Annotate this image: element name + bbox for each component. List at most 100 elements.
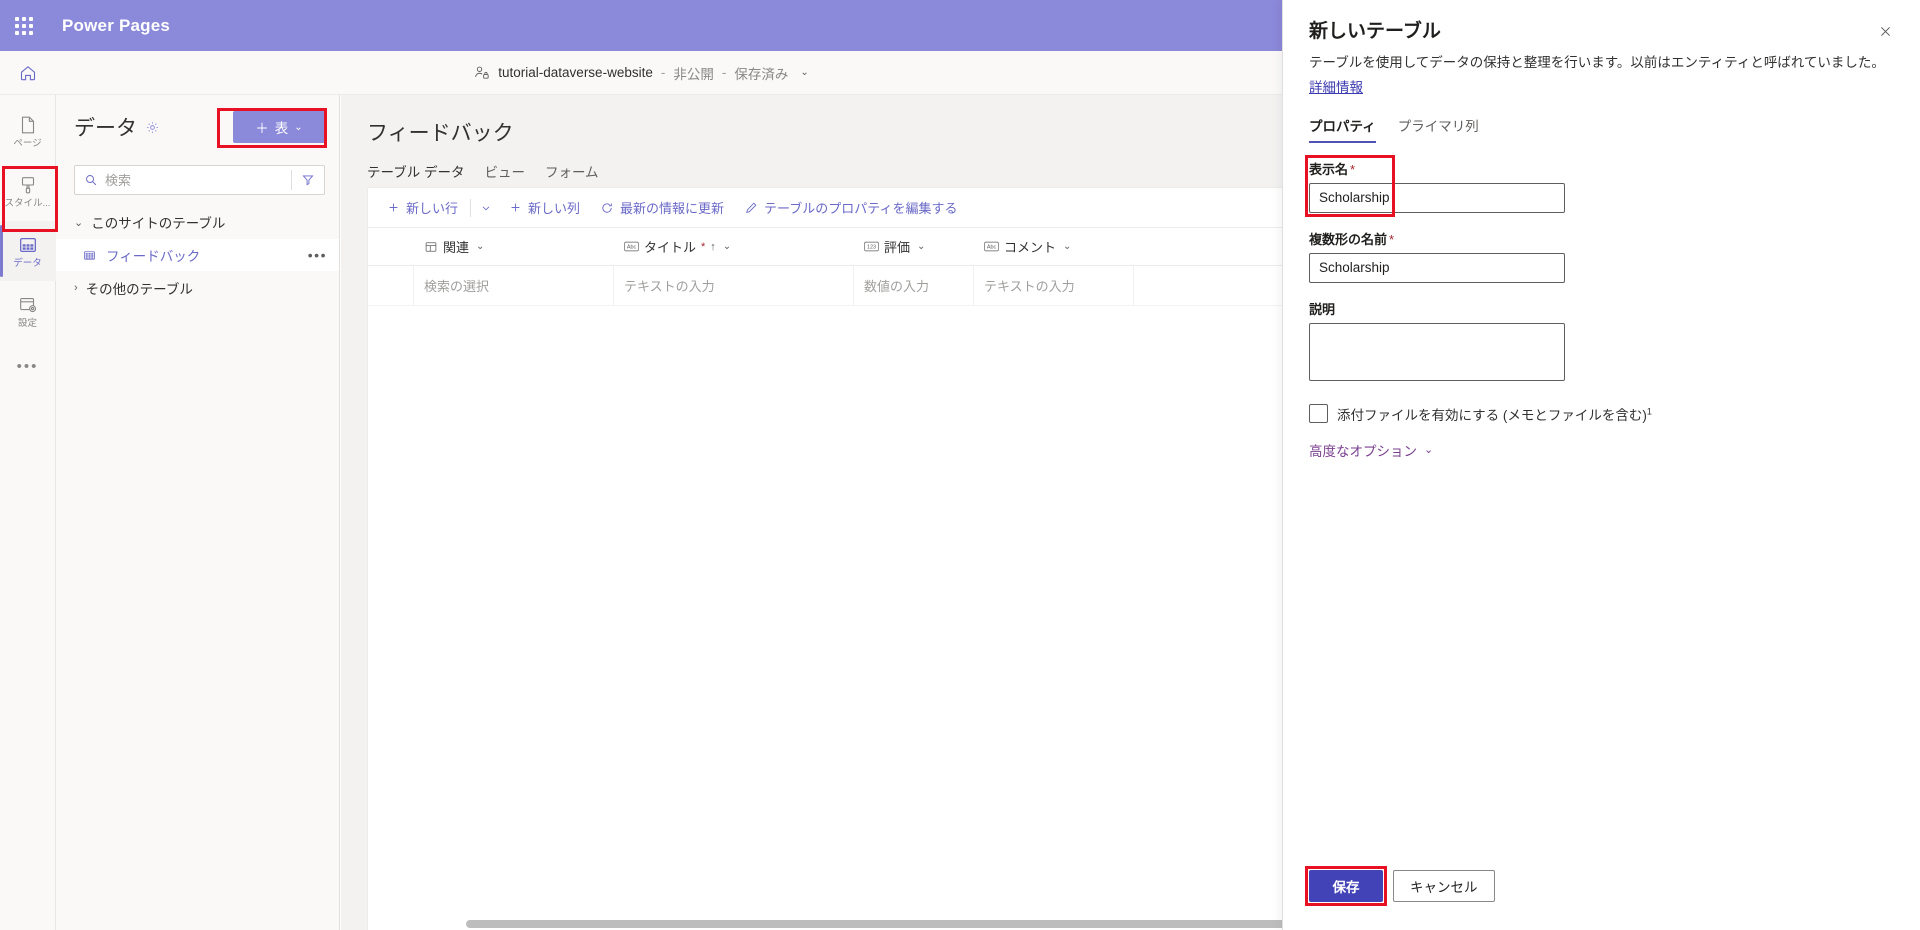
sort-ascending-icon[interactable]: ↑ xyxy=(710,241,716,253)
sidebar-more-icon[interactable]: ••• xyxy=(0,341,56,391)
svg-text:123: 123 xyxy=(867,245,876,251)
chevron-down-icon[interactable]: ⌄ xyxy=(1063,241,1071,252)
new-row-button[interactable]: 新しい行 xyxy=(378,193,467,223)
svg-text:Abc: Abc xyxy=(987,245,997,251)
site-sep-1: - xyxy=(661,65,666,80)
required-asterisk: * xyxy=(1389,232,1394,247)
column-header-comment-label: コメント xyxy=(1004,237,1056,256)
attachments-footnote-marker: 1 xyxy=(1647,406,1652,416)
data-panel-header: データ ＋ 表 ⌄ xyxy=(56,95,339,159)
search-wrapper xyxy=(56,159,339,205)
grid-card: 新しい行 新しい列 最新の情報に更新 xyxy=(367,187,1282,930)
cell-related[interactable]: 検索の選択 xyxy=(414,266,614,305)
app-launcher-icon[interactable] xyxy=(0,17,48,35)
cell-title[interactable]: テキストの入力 xyxy=(614,266,854,305)
left-rail: ページ スタイル... データ xyxy=(0,95,56,930)
row-checkbox[interactable] xyxy=(368,266,414,305)
chevron-down-icon[interactable]: ⌄ xyxy=(917,241,925,252)
gear-icon[interactable] xyxy=(145,120,160,135)
cell-rating[interactable]: 数値の入力 xyxy=(854,266,974,305)
sidebar-item-data[interactable]: データ xyxy=(0,221,56,281)
plus-icon xyxy=(509,201,522,214)
table-row[interactable]: 検索の選択 テキストの入力 数値の入力 テキストの入力 xyxy=(368,266,1282,306)
123-icon: 123 xyxy=(864,240,879,253)
chevron-down-icon: ⌄ xyxy=(74,216,83,229)
new-row-button-label: 新しい行 xyxy=(406,198,458,217)
new-row-chevron-down-icon[interactable] xyxy=(474,193,498,223)
tab-properties[interactable]: プロパティ xyxy=(1309,115,1376,143)
edit-table-properties-label: テーブルのプロパティを編集する xyxy=(764,198,957,217)
edit-pencil-icon xyxy=(744,201,758,215)
grid-toolbar: 新しい行 新しい列 最新の情報に更新 xyxy=(368,188,1282,228)
chevron-down-icon[interactable]: ⌄ xyxy=(476,241,484,252)
panel-tabs: プロパティ プライマリ列 xyxy=(1283,97,1920,143)
cell-comment[interactable]: テキストの入力 xyxy=(974,266,1134,305)
data-panel: データ ＋ 表 ⌄ xyxy=(56,95,340,930)
column-header-related[interactable]: 関連 ⌄ xyxy=(414,228,614,265)
edit-table-properties-button[interactable]: テーブルのプロパティを編集する xyxy=(735,193,966,223)
tree-group-other-tables[interactable]: › その他のテーブル xyxy=(56,271,339,305)
chevron-down-icon: ⌄ xyxy=(294,122,302,133)
attachments-checkbox-row[interactable]: 添付ファイルを有効にする (メモとファイルを含む)1 xyxy=(1309,404,1894,424)
attachments-checkbox[interactable] xyxy=(1309,404,1328,423)
page-title: データ xyxy=(74,112,137,142)
description-textarea[interactable] xyxy=(1309,323,1565,381)
abc-icon: Abc xyxy=(984,240,999,253)
search-icon xyxy=(75,173,105,187)
panel-header: 新しいテーブル テーブルを使用してデータの保持と整理を行います。以前はエンティテ… xyxy=(1283,0,1920,97)
horizontal-scrollbar-thumb[interactable] xyxy=(466,920,1314,928)
refresh-button-label: 最新の情報に更新 xyxy=(620,198,724,217)
page-icon xyxy=(17,114,39,136)
new-column-button[interactable]: 新しい列 xyxy=(500,193,589,223)
settings-gear-icon xyxy=(17,294,39,316)
tab-forms[interactable]: フォーム xyxy=(545,161,599,190)
column-header-rating[interactable]: 123 評価 ⌄ xyxy=(854,228,974,265)
display-name-label: 表示名* xyxy=(1309,159,1894,178)
required-asterisk: * xyxy=(1350,162,1355,177)
advanced-options-toggle[interactable]: 高度なオプション ⌄ xyxy=(1309,440,1894,460)
data-grid-icon xyxy=(17,234,39,256)
command-bar: tutorial-dataverse-website - 非公開 - 保存済み … xyxy=(0,51,1282,95)
lookup-icon xyxy=(424,240,438,254)
save-button[interactable]: 保存 xyxy=(1309,870,1383,902)
sidebar-item-pages[interactable]: ページ xyxy=(0,101,56,161)
chevron-down-icon[interactable]: ⌄ xyxy=(723,241,731,252)
suite-bar: Power Pages xyxy=(0,0,1282,51)
table-item-overflow-icon[interactable]: ••• xyxy=(308,247,327,263)
chevron-right-icon: › xyxy=(74,282,78,294)
tab-views[interactable]: ビュー xyxy=(484,161,525,190)
chevron-down-icon[interactable]: ⌄ xyxy=(800,67,808,78)
horizontal-scrollbar[interactable] xyxy=(394,918,1282,930)
people-lock-icon xyxy=(473,64,490,81)
site-visibility: 非公開 xyxy=(673,63,714,83)
tree-group-site-tables[interactable]: ⌄ このサイトのテーブル xyxy=(56,205,339,239)
site-sep-2: - xyxy=(722,65,727,80)
table-item-feedback[interactable]: フィードバック ••• xyxy=(56,239,339,271)
learn-more-link[interactable]: 詳細情報 xyxy=(1309,76,1363,96)
column-header-comment[interactable]: Abc コメント ⌄ xyxy=(974,228,1134,265)
svg-text:Abc: Abc xyxy=(627,245,637,251)
cancel-button[interactable]: キャンセル xyxy=(1393,870,1495,902)
sidebar-item-styles-label: スタイル... xyxy=(5,199,51,209)
plural-name-label-text: 複数形の名前 xyxy=(1309,232,1387,247)
sidebar-item-settings[interactable]: 設定 xyxy=(0,281,56,341)
search-input[interactable] xyxy=(105,173,291,188)
new-table-button[interactable]: ＋ 表 ⌄ xyxy=(233,111,325,143)
new-table-panel: 新しいテーブル テーブルを使用してデータの保持と整理を行います。以前はエンティテ… xyxy=(1282,0,1920,930)
sidebar-item-styles[interactable]: スタイル... xyxy=(0,161,56,221)
close-icon[interactable] xyxy=(1872,18,1898,44)
home-icon[interactable] xyxy=(0,51,56,95)
site-info[interactable]: tutorial-dataverse-website - 非公開 - 保存済み … xyxy=(473,63,808,83)
column-header-title-label: タイトル xyxy=(644,237,696,256)
display-name-input[interactable] xyxy=(1309,183,1565,213)
workspace-tabs: テーブル データ ビュー フォーム xyxy=(341,147,1282,190)
tab-table-data[interactable]: テーブル データ xyxy=(367,161,464,190)
select-all-checkbox[interactable] xyxy=(368,228,414,265)
plural-name-input[interactable] xyxy=(1309,253,1565,283)
panel-footer: 保存 キャンセル xyxy=(1309,870,1495,902)
search-box[interactable] xyxy=(74,165,325,195)
filter-icon[interactable] xyxy=(292,173,324,187)
refresh-button[interactable]: 最新の情報に更新 xyxy=(591,193,733,223)
column-header-title[interactable]: Abc タイトル * ↑ ⌄ xyxy=(614,228,854,265)
tab-primary-column[interactable]: プライマリ列 xyxy=(1398,115,1479,143)
